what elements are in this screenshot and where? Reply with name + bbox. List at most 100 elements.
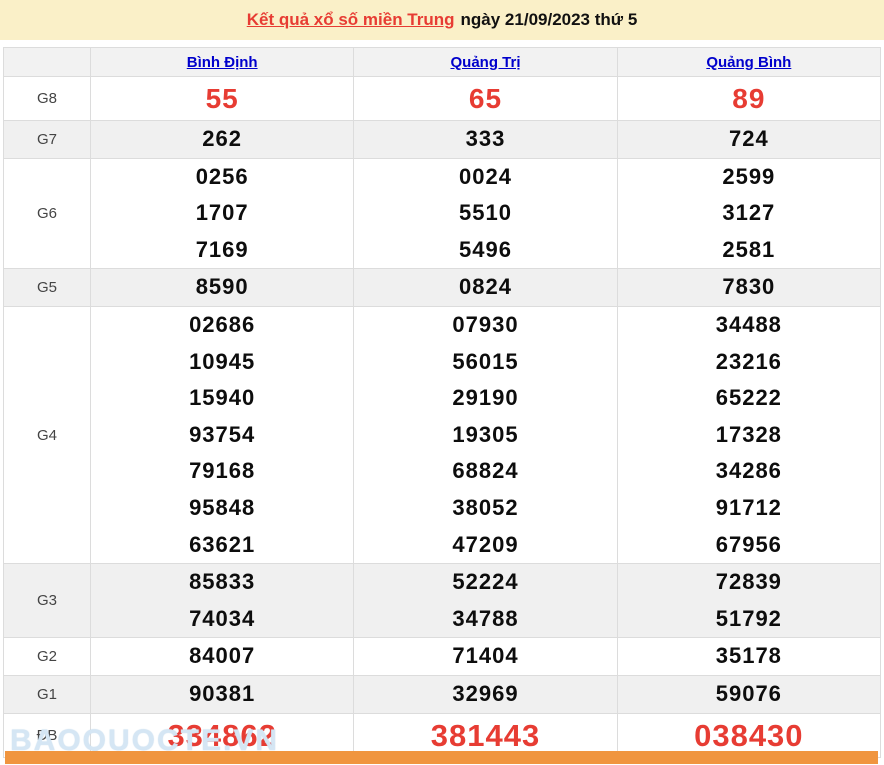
prize-number: 34788	[452, 605, 519, 631]
prize-label: G8	[3, 76, 91, 121]
prize-numbers-cell: 84007	[89, 637, 355, 676]
prize-number: 91712	[715, 494, 782, 520]
prize-number: 65222	[715, 385, 782, 411]
prize-number: 51792	[715, 605, 782, 631]
prize-numbers-cell: 55	[89, 76, 355, 121]
prize-number: 15940	[189, 385, 256, 411]
prize-number: 55	[205, 83, 239, 114]
prize-number: 63621	[189, 531, 256, 557]
prize-number: 38052	[452, 494, 519, 520]
prize-number: 7830	[722, 274, 776, 300]
prize-row-G8: G8 55 65 89	[3, 76, 882, 121]
prize-numbers-cell: 90381	[89, 674, 355, 714]
prize-number: 34488	[715, 311, 782, 337]
prize-label: G6	[3, 157, 91, 270]
prize-number: 29190	[452, 385, 519, 411]
prize-number: 56015	[452, 348, 519, 374]
prize-label: G3	[3, 563, 91, 639]
prize-row-G4: G4 02686 10945 15940 93754 79168 95848 63621 079…	[3, 305, 882, 565]
prize-number: 724	[728, 126, 769, 151]
prize-numbers-cell: 02686 10945 15940 93754 79168 95848 63621	[89, 305, 355, 565]
prize-label: G4	[3, 305, 91, 565]
prize-number: 3127	[722, 200, 776, 226]
prize-row-G7: G7 262 333 724	[3, 120, 882, 159]
prize-number: 93754	[189, 421, 256, 447]
prize-numbers-cell: 8590	[89, 268, 355, 307]
prize-numbers-cell: 0824	[353, 268, 618, 307]
prize-number: 0824	[459, 274, 512, 300]
prize-number: 32969	[452, 680, 519, 706]
prize-number: 8590	[195, 274, 249, 300]
prize-number: 1707	[195, 200, 249, 226]
prize-number: 262	[202, 126, 243, 151]
prize-number: 68824	[452, 458, 519, 484]
prize-numbers-cell: 72839 51792	[616, 563, 882, 639]
prize-numbers-cell: 2599 3127 2581	[616, 157, 882, 270]
prize-label: G7	[3, 120, 91, 159]
prize-numbers-cell: 0256 1707 7169	[89, 157, 355, 270]
prize-number: 23216	[715, 348, 782, 374]
province-link-binh-dinh[interactable]: Bình Định	[187, 54, 258, 71]
prize-numbers-cell: 35178	[616, 637, 882, 676]
prize-numbers-cell: 333	[353, 120, 618, 159]
prize-number: 74034	[189, 605, 256, 631]
prize-row-G2: G2 84007 71404 35178	[3, 637, 882, 676]
prize-number: 35178	[715, 643, 782, 669]
prize-row-G5: G5 8590 0824 7830	[3, 268, 882, 307]
prize-numbers-cell: 724	[616, 120, 882, 159]
prize-number: 0256	[195, 163, 249, 189]
prize-number: 79168	[189, 458, 256, 484]
header-row: Bình Định Quảng Trị Quảng Bình	[3, 47, 882, 77]
province-link-quang-tri[interactable]: Quảng Trị	[450, 54, 520, 71]
prize-number: 67956	[715, 531, 782, 557]
header-empty-cell	[3, 47, 91, 77]
prize-number: 2599	[722, 163, 776, 189]
prize-row-G1: G1 90381 32969 59076	[3, 674, 882, 714]
prize-numbers-cell: 262	[89, 120, 355, 159]
results-table: Bình Định Quảng Trị Quảng Bình G8 55 65 89 G…	[3, 47, 882, 758]
prize-numbers-cell: 0024 5510 5496	[353, 157, 618, 270]
header-cell-quang-tri: Quảng Trị	[353, 47, 618, 77]
prize-number: 34286	[715, 458, 782, 484]
prize-numbers-cell: 32969	[353, 674, 618, 714]
prize-numbers-cell: 85833 74034	[89, 563, 355, 639]
prize-number: 85833	[189, 569, 256, 595]
prize-number: 72839	[715, 569, 782, 595]
prize-numbers-cell: 7830	[616, 268, 882, 307]
prize-label: G5	[3, 268, 91, 307]
prize-number: 2581	[722, 236, 776, 262]
prize-number: 7169	[195, 236, 249, 262]
results-tbody: G8 55 65 89 G7 262 333 724 G6 0256 1707 7169 0024 551…	[3, 76, 882, 758]
prize-numbers-cell: 34488 23216 65222 17328 34286 91712 67956	[616, 305, 882, 565]
prize-numbers-cell: 71404	[353, 637, 618, 676]
prize-number: 07930	[452, 311, 519, 337]
title-region-link[interactable]: Kết quả xổ số miền Trung	[247, 10, 455, 29]
prize-number: 89	[732, 83, 766, 114]
prize-numbers-cell: 59076	[616, 674, 882, 714]
prize-row-G3: G3 85833 74034 52224 34788 72839 51792	[3, 563, 882, 639]
prize-label: G2	[3, 637, 91, 676]
prize-number: 65	[468, 83, 503, 114]
prize-number: 333	[465, 126, 506, 151]
prize-number: 71404	[452, 643, 519, 669]
prize-number: 17328	[715, 421, 782, 447]
prize-numbers-cell: 07930 56015 29190 19305 68824 38052 47209	[353, 305, 618, 565]
prize-number: 95848	[189, 494, 256, 520]
prize-numbers-cell: 89	[616, 76, 882, 121]
prize-number: 52224	[452, 569, 519, 595]
prize-number: 59076	[715, 680, 782, 706]
header-cell-binh-dinh: Bình Định	[89, 47, 355, 77]
lottery-results-page: Kết quả xổ số miền Trung ngày 21/09/2023 …	[0, 0, 884, 765]
title-bar: Kết quả xổ số miền Trung ngày 21/09/2023 …	[0, 0, 884, 40]
province-link-quang-binh[interactable]: Quảng Bình	[706, 54, 791, 71]
prize-row-G6: G6 0256 1707 7169 0024 5510 5496 2599 3127 2581	[3, 157, 882, 270]
header-cell-quang-binh: Quảng Bình	[616, 47, 882, 77]
prize-number: 0024	[459, 163, 512, 189]
title-date: ngày 21/09/2023 thứ 5	[460, 10, 638, 29]
prize-numbers-cell: 52224 34788	[353, 563, 618, 639]
prize-number: 5510	[459, 200, 512, 226]
prize-number: 19305	[452, 421, 519, 447]
prize-number: 5496	[459, 236, 512, 262]
prize-numbers-cell: 65	[353, 76, 618, 121]
prize-number: 90381	[189, 680, 256, 706]
